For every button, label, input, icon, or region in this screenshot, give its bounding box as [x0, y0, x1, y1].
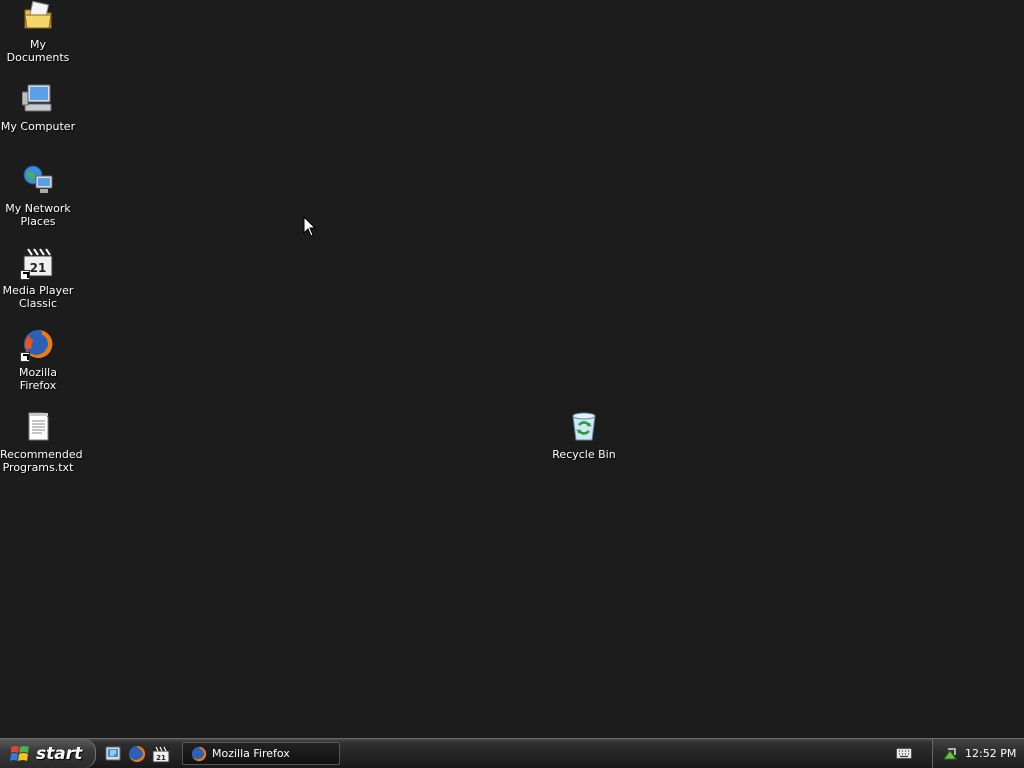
start-label: start [36, 743, 83, 764]
firefox-icon [129, 745, 146, 762]
desktop-icon-label: My Documents [6, 38, 70, 64]
firefox-icon [20, 328, 54, 362]
clock[interactable]: 12:52 PM [965, 747, 1016, 760]
my-computer-icon [22, 82, 54, 114]
desktop-icon-label: Recycle Bin [552, 448, 616, 461]
desktop-icon-my-computer[interactable]: My Computer [0, 82, 76, 133]
firefox-icon [191, 746, 207, 761]
show-desktop-icon [105, 746, 121, 761]
desktop-icon-label: My Network Places [5, 202, 71, 228]
desktop-icon-label: Mozilla Firefox [19, 366, 57, 392]
media-player-classic-icon: 21 [152, 746, 170, 763]
desktop-icon-recycle-bin[interactable]: Recycle Bin [546, 410, 622, 461]
quick-launch-show-desktop[interactable] [104, 745, 122, 763]
desktop-icon-label: My Computer [0, 120, 76, 133]
system-tray: 12:52 PM [932, 739, 1024, 768]
desktop-icon-my-documents[interactable]: My Documents [0, 0, 76, 64]
my-documents-icon [22, 0, 54, 32]
desktop-icon-recommended-programs-txt[interactable]: Recommended Programs.txt [0, 410, 83, 474]
desktop-icon-label: Recommended Programs.txt [0, 448, 83, 474]
shortcut-arrow-icon [20, 270, 30, 280]
media-player-classic-icon: 21 [20, 246, 54, 280]
start-button[interactable]: start [0, 739, 96, 768]
svg-text:21: 21 [156, 754, 166, 762]
taskbar-button-label: Mozilla Firefox [212, 747, 290, 760]
text-file-icon [22, 410, 54, 442]
svg-text:21: 21 [30, 261, 47, 275]
quick-launch-bar: 21 [104, 743, 170, 765]
shortcut-arrow-icon [20, 352, 30, 362]
recycle-bin-icon [568, 410, 600, 442]
keyboard-icon[interactable] [896, 747, 912, 760]
desktop-icon-my-network-places[interactable]: My Network Places [0, 164, 76, 228]
taskbar-button-mozilla-firefox[interactable]: Mozilla Firefox [182, 742, 340, 765]
mouse-cursor-icon [303, 216, 317, 237]
windows-logo-icon [10, 745, 29, 761]
desktop-icon-mozilla-firefox[interactable]: Mozilla Firefox [0, 328, 76, 392]
network-places-icon [22, 164, 54, 196]
desktop-icon-media-player-classic[interactable]: 21 Media Player Classic [0, 246, 76, 310]
desktop[interactable]: My Documents My Computer My Network Plac… [0, 0, 1024, 738]
taskbar: start 21 Mozilla Firefox 12:52 PM [0, 738, 1024, 768]
quick-launch-firefox[interactable] [128, 745, 146, 763]
network-icon[interactable] [943, 747, 957, 761]
quick-launch-media-player-classic[interactable]: 21 [152, 745, 170, 763]
desktop-icon-label: Media Player Classic [2, 284, 74, 310]
